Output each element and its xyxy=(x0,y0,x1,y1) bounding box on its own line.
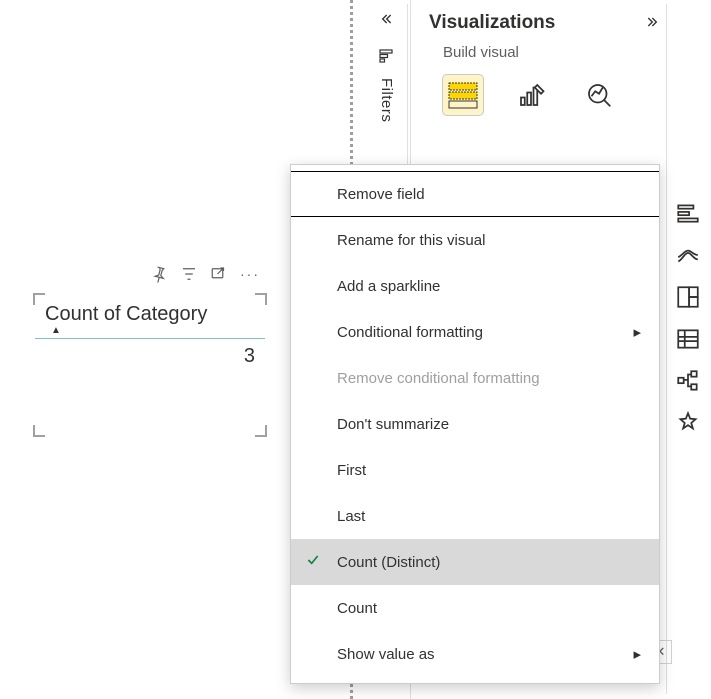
get-more-visuals-icon[interactable] xyxy=(675,410,701,436)
visual-toolbar: ··· xyxy=(110,260,260,288)
selection-handle[interactable] xyxy=(255,293,267,305)
selection-handle[interactable] xyxy=(255,425,267,437)
tab-build-visual[interactable] xyxy=(443,75,483,115)
menu-item-label: Last xyxy=(337,508,365,525)
menu-conditional-formatting[interactable]: Conditional formatting ▸ xyxy=(291,309,659,355)
menu-show-value-as[interactable]: Show value as ▸ xyxy=(291,631,659,677)
decomposition-tree-icon[interactable] xyxy=(675,368,701,394)
column-header[interactable]: Count of Category ▲ xyxy=(35,295,265,339)
sort-ascending-icon: ▲ xyxy=(51,326,255,336)
menu-item-label: First xyxy=(337,462,366,479)
bar-chart-icon[interactable] xyxy=(675,200,701,226)
menu-item-label: Don't summarize xyxy=(337,416,449,433)
check-icon xyxy=(305,552,321,572)
treemap-icon[interactable] xyxy=(675,284,701,310)
menu-remove-field[interactable]: Remove field xyxy=(291,171,659,217)
build-visual-label: Build visual xyxy=(411,44,665,71)
menu-last[interactable]: Last xyxy=(291,493,659,539)
column-header-text: Count of Category xyxy=(45,303,255,326)
filters-pane-collapsed[interactable]: Filters xyxy=(366,4,408,164)
menu-item-label: Remove conditional formatting xyxy=(337,370,540,387)
chevron-right-icon: ▸ xyxy=(633,645,641,663)
cell-value: 3 xyxy=(35,339,265,374)
menu-item-label: Remove field xyxy=(337,186,425,203)
viz-gallery xyxy=(666,4,708,694)
menu-item-label: Rename for this visual xyxy=(337,232,485,249)
expand-filters-icon[interactable] xyxy=(366,4,406,34)
filters-label: Filters xyxy=(366,72,395,122)
field-context-menu: Remove field Rename for this visual Add … xyxy=(290,164,660,684)
menu-rename[interactable]: Rename for this visual xyxy=(291,217,659,263)
menu-item-label: Count xyxy=(337,600,377,617)
menu-item-label: Count (Distinct) xyxy=(337,554,440,571)
menu-item-label: Show value as xyxy=(337,646,435,663)
menu-item-label: Add a sparkline xyxy=(337,278,440,295)
menu-count[interactable]: Count xyxy=(291,585,659,631)
viz-tab-strip xyxy=(411,71,665,125)
menu-count-distinct[interactable]: Count (Distinct) xyxy=(291,539,659,585)
menu-add-sparkline[interactable]: Add a sparkline xyxy=(291,263,659,309)
table-icon[interactable] xyxy=(675,326,701,352)
menu-first[interactable]: First xyxy=(291,447,659,493)
more-options-icon[interactable]: ··· xyxy=(240,266,260,282)
filters-icon xyxy=(366,40,406,72)
menu-item-label: Conditional formatting xyxy=(337,324,483,341)
tab-format-visual[interactable] xyxy=(511,75,551,115)
selection-handle[interactable] xyxy=(33,293,45,305)
pin-icon[interactable] xyxy=(150,265,168,283)
filter-icon[interactable] xyxy=(180,265,198,283)
tab-analytics[interactable] xyxy=(579,75,619,115)
collapse-visualizations-icon[interactable] xyxy=(645,14,661,33)
visualizations-title: Visualizations xyxy=(429,12,555,34)
table-visual[interactable]: Count of Category ▲ 3 xyxy=(35,295,265,435)
selection-handle[interactable] xyxy=(33,425,45,437)
ribbon-chart-icon[interactable] xyxy=(675,242,701,268)
menu-dont-summarize[interactable]: Don't summarize xyxy=(291,401,659,447)
menu-remove-conditional-formatting: Remove conditional formatting xyxy=(291,355,659,401)
chevron-right-icon: ▸ xyxy=(633,323,641,341)
focus-mode-icon[interactable] xyxy=(210,265,228,283)
